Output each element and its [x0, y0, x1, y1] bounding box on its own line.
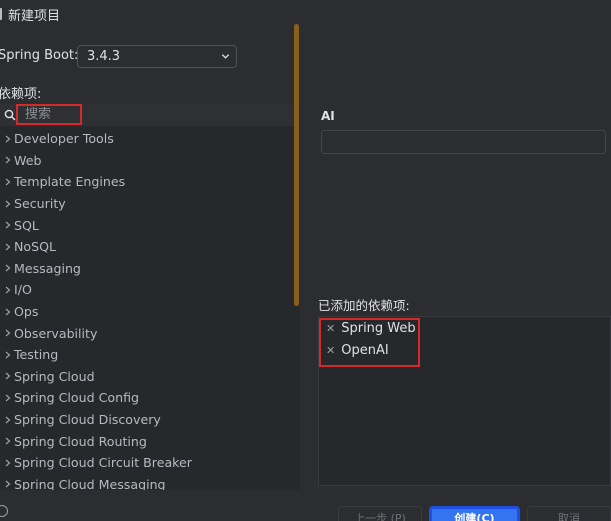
tree-item-label: Spring Cloud Messaging: [14, 476, 166, 490]
tree-item-label: SQL: [14, 217, 39, 233]
dependency-tree-panel: Developer Tools Web Template Engines Sec…: [0, 104, 300, 490]
cancel-button[interactable]: 取消: [527, 506, 611, 521]
added-dependency-label: OpenAI: [341, 342, 389, 358]
tree-item-label: Web: [14, 152, 42, 168]
remove-icon[interactable]: ✕: [326, 322, 335, 335]
title-bar: 新建项目: [0, 0, 611, 28]
tree-item[interactable]: NoSQL: [0, 236, 292, 258]
tree-item[interactable]: Messaging: [0, 258, 292, 280]
tree-item-label: Security: [14, 196, 66, 212]
tree-item-label: Template Engines: [14, 174, 126, 190]
window-title: 新建项目: [8, 9, 61, 24]
previous-button[interactable]: 上一步 (P): [338, 506, 422, 521]
tree-item-label: Spring Cloud Discovery: [14, 412, 161, 428]
tree-item[interactable]: Spring Cloud Routing: [0, 430, 292, 452]
tree-item[interactable]: Observability: [0, 322, 292, 344]
tree-item-label: Spring Cloud Routing: [14, 433, 147, 449]
app-icon: [0, 8, 2, 20]
search-row: [0, 104, 298, 126]
tree-item[interactable]: Ops: [0, 301, 292, 323]
detail-description-box: [321, 130, 606, 154]
tree-item[interactable]: Template Engines: [0, 171, 292, 193]
create-button[interactable]: 创建(C): [429, 506, 520, 521]
tree-item-label: NoSQL: [14, 239, 57, 255]
spring-boot-version-value: 3.4.3: [87, 49, 121, 64]
detail-title: AI: [321, 109, 335, 123]
tree-item-label: Developer Tools: [14, 131, 114, 147]
tree-item-label: Spring Cloud Circuit Breaker: [14, 455, 192, 471]
tree-item[interactable]: Spring Cloud: [0, 366, 292, 388]
tree-item-label: Spring Cloud: [14, 368, 95, 384]
spring-boot-label: Spring Boot:: [0, 48, 79, 63]
help-icon[interactable]: [0, 505, 8, 517]
dependency-tree: Developer Tools Web Template Engines Sec…: [0, 128, 292, 490]
tree-item-label: Spring Cloud Config: [14, 390, 140, 406]
tree-item[interactable]: I/O: [0, 279, 292, 301]
tree-item-label: Observability: [14, 325, 98, 341]
chevron-down-icon: [221, 54, 230, 59]
search-input[interactable]: [16, 104, 82, 125]
tree-item-label: Messaging: [14, 260, 81, 276]
spring-boot-version-select[interactable]: 3.4.3: [77, 45, 237, 68]
tree-item[interactable]: Security: [0, 193, 292, 215]
search-icon: [4, 109, 16, 121]
tree-item-label: Testing: [14, 347, 59, 363]
tree-item[interactable]: Testing: [0, 344, 292, 366]
tree-item-label: Ops: [14, 304, 39, 320]
tree-item[interactable]: Spring Cloud Config: [0, 387, 292, 409]
tree-item[interactable]: Web: [0, 150, 292, 172]
tree-item[interactable]: Spring Cloud Messaging: [0, 474, 292, 490]
tree-item[interactable]: Spring Cloud Discovery: [0, 409, 292, 431]
tree-item[interactable]: Spring Cloud Circuit Breaker: [0, 452, 292, 474]
remove-icon[interactable]: ✕: [326, 344, 335, 357]
added-dependency-item: ✕ Spring Web: [326, 318, 416, 338]
added-dependency-item: ✕ OpenAI: [326, 340, 389, 360]
added-dependencies-label: 已添加的依赖项:: [318, 298, 410, 313]
tree-item[interactable]: SQL: [0, 214, 292, 236]
tree-item-label: I/O: [14, 282, 32, 298]
tree-scrollbar[interactable]: [294, 24, 299, 306]
dependencies-label: 依赖项:: [0, 87, 42, 102]
added-dependency-label: Spring Web: [341, 320, 416, 336]
tree-item[interactable]: Developer Tools: [0, 128, 292, 150]
